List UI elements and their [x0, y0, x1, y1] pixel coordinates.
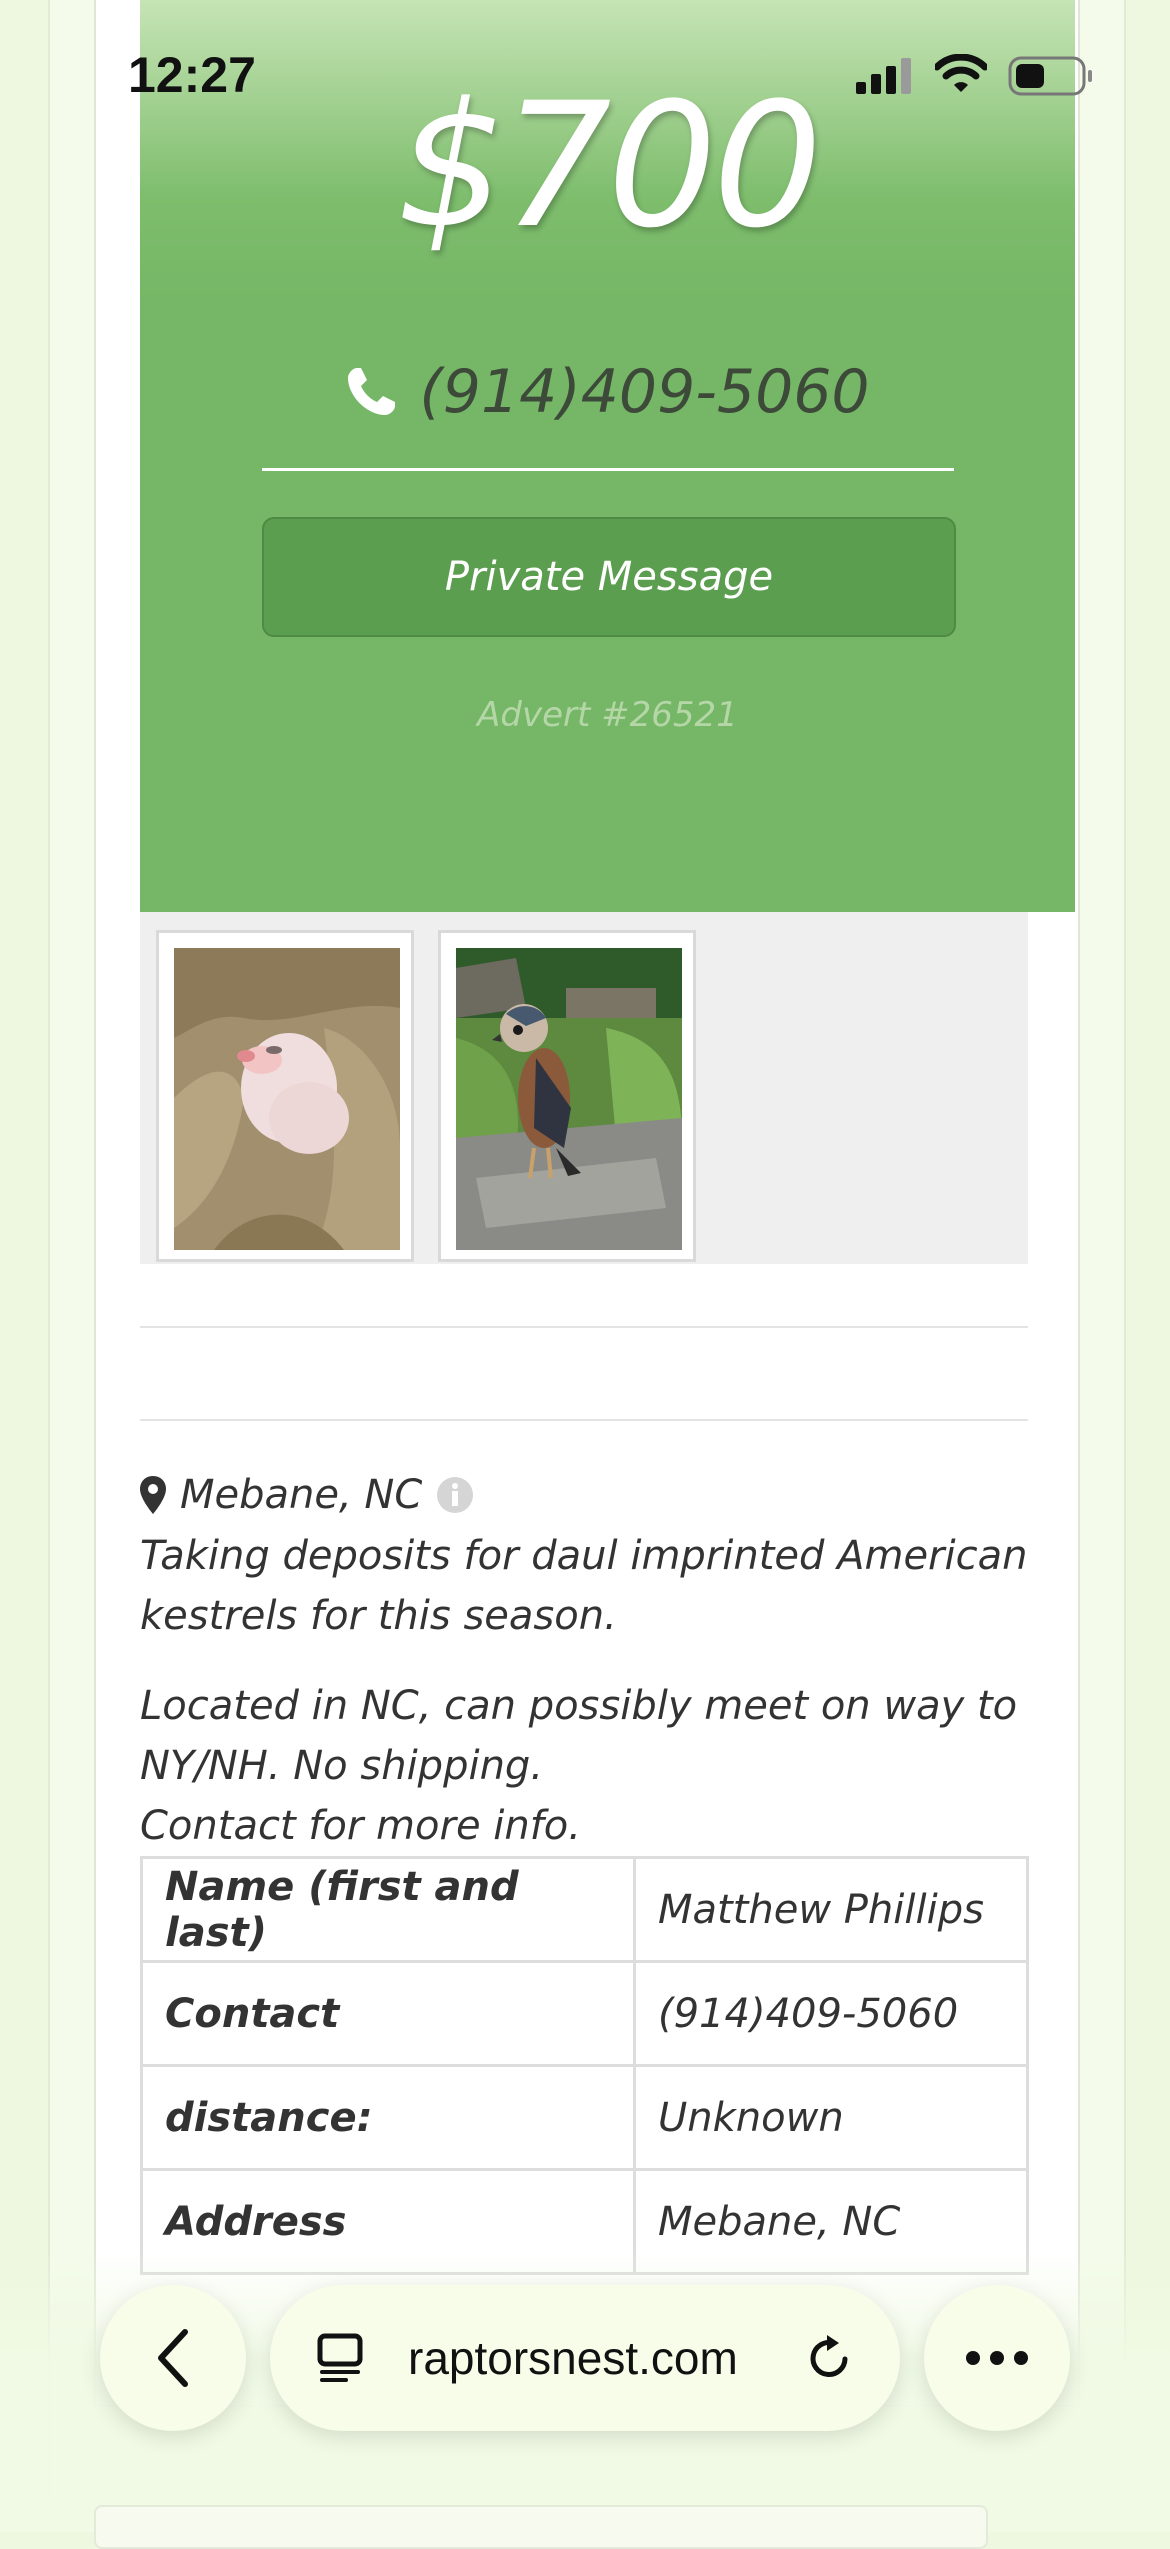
location-row: Mebane, NC: [140, 1465, 474, 1525]
american-kestrel-photo: [456, 948, 682, 1250]
back-button[interactable]: [100, 2285, 246, 2431]
table-value: Matthew Phillips: [633, 1856, 1029, 1963]
table-label: Name (first and last): [140, 1856, 636, 1963]
listing-description: Taking deposits for daul imprinted Ameri…: [140, 1533, 1028, 1639]
table-label: Contact: [140, 1960, 636, 2067]
section-divider: [140, 1419, 1028, 1421]
url-text: raptorsnest.com: [408, 2332, 738, 2384]
kestrel-chick-photo: [174, 948, 400, 1250]
reload-icon[interactable]: [805, 2333, 855, 2385]
private-message-button[interactable]: Private Message: [262, 517, 956, 637]
listing-description-contact: Contact for more info.: [140, 1803, 581, 1849]
phone-icon: [348, 368, 396, 415]
info-icon[interactable]: [436, 1476, 474, 1514]
photo-gallery: [140, 912, 1028, 1264]
table-row: distance: Unknown: [140, 2064, 1029, 2171]
listing-price: $700: [396, 65, 823, 266]
more-options-button[interactable]: [924, 2285, 1070, 2431]
chevron-left-icon: [158, 2329, 188, 2387]
table-value: Unknown: [633, 2064, 1029, 2171]
advert-id: Advert #26521: [477, 695, 738, 735]
table-row: Contact (914)409-5060: [140, 1960, 1029, 2067]
table-row: Name (first and last) Matthew Phillips: [140, 1856, 1029, 1963]
panel-divider: [262, 468, 954, 471]
location-text: Mebane, NC: [180, 1472, 423, 1518]
phone-link[interactable]: (914)409-5060: [140, 352, 1075, 432]
address-bar[interactable]: raptorsnest.com: [270, 2285, 900, 2431]
photo-thumbnail-chick[interactable]: [156, 930, 414, 1262]
map-marker-icon: [140, 1476, 166, 1514]
photo-thumbnail-kestrel[interactable]: [438, 930, 696, 1262]
next-section-card: [94, 2505, 988, 2549]
table-value: (914)409-5060: [633, 1960, 1029, 2067]
listing-description-location: Located in NC, can possibly meet on way …: [140, 1683, 1018, 1789]
tab-page-icon[interactable]: [316, 2333, 366, 2383]
seller-details-table: Name (first and last) Matthew Phillips C…: [140, 1856, 1029, 2275]
phone-number: (914)409-5060: [419, 357, 870, 427]
ellipsis-icon: [966, 2351, 1028, 2365]
table-label: distance:: [140, 2064, 636, 2171]
section-divider: [140, 1326, 1028, 1328]
